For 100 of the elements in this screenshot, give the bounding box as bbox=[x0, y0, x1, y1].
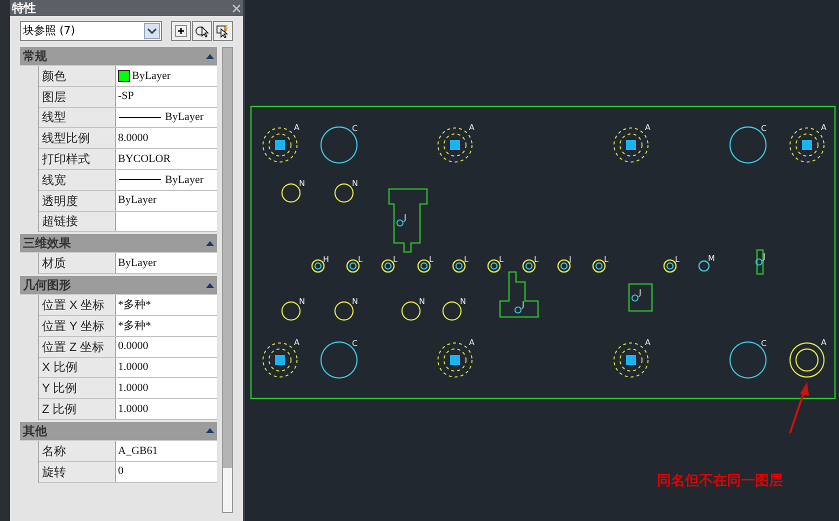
property-value[interactable]: 1.0000 bbox=[116, 399, 217, 419]
value-text: 0.0000 bbox=[118, 339, 148, 354]
collapse-icon[interactable] bbox=[206, 282, 214, 288]
property-value[interactable]: ByLayer bbox=[116, 170, 217, 190]
pin-drawing[interactable] bbox=[311, 259, 325, 273]
annotation-text: 同名但不在同一图层 bbox=[657, 474, 783, 488]
value-text: 1.0000 bbox=[118, 360, 148, 376]
block-label: H bbox=[323, 255, 330, 264]
pin-drawing[interactable] bbox=[417, 259, 431, 273]
circle-drawing[interactable] bbox=[442, 301, 462, 321]
outline-rectangle[interactable] bbox=[250, 106, 836, 400]
block-label: N bbox=[419, 297, 425, 306]
select-objects-button[interactable] bbox=[192, 21, 212, 41]
section-header[interactable]: 其他 bbox=[20, 422, 217, 441]
circle-drawing[interactable] bbox=[281, 301, 301, 321]
circle-drawing[interactable] bbox=[729, 126, 767, 164]
property-value[interactable]: ByLayer bbox=[116, 253, 217, 274]
property-value[interactable]: *多种* bbox=[116, 295, 217, 315]
circle-drawing[interactable] bbox=[401, 301, 421, 321]
circle-drawing[interactable] bbox=[334, 183, 354, 203]
section-header[interactable]: 几何图形 bbox=[20, 276, 217, 296]
block-outline-drawing[interactable] bbox=[628, 283, 653, 312]
value-text: 1.0000 bbox=[118, 381, 148, 396]
property-label: X 比例 bbox=[39, 358, 116, 378]
line-sample bbox=[119, 116, 161, 118]
value-text: BYCOLOR bbox=[118, 152, 171, 167]
value-text: ByLayer bbox=[118, 193, 156, 208]
collapse-icon[interactable] bbox=[206, 428, 214, 434]
property-value[interactable]: 1.0000 bbox=[116, 358, 217, 378]
block-label: J bbox=[639, 288, 642, 297]
property-label: 材质 bbox=[39, 253, 116, 274]
value-text: ByLayer bbox=[165, 110, 204, 126]
property-label: 超链接 bbox=[39, 212, 116, 232]
panel-title: 特性 bbox=[12, 2, 36, 14]
property-value[interactable]: BYCOLOR bbox=[116, 149, 217, 169]
block-label: J bbox=[569, 255, 572, 264]
section-title: 几何图形 bbox=[23, 279, 71, 292]
property-label: 位置 X 坐标 bbox=[39, 295, 116, 315]
object-type-dropdown[interactable]: 块参照 (7) bbox=[20, 21, 162, 41]
circle-drawing[interactable] bbox=[698, 260, 710, 272]
property-value[interactable]: ByLayer bbox=[116, 190, 217, 211]
block-label: J bbox=[522, 300, 524, 309]
property-label: 颜色 bbox=[39, 66, 116, 86]
block-label: N bbox=[352, 179, 358, 188]
block-label: A bbox=[645, 338, 650, 347]
property-value[interactable]: ByLayer bbox=[116, 66, 217, 86]
section-header[interactable]: 三维效果 bbox=[20, 234, 217, 254]
scrollbar[interactable] bbox=[222, 47, 233, 513]
section-title: 三维效果 bbox=[23, 237, 71, 250]
value-text: 0 bbox=[118, 464, 124, 480]
value-text: *多种* bbox=[118, 318, 151, 334]
block-label: N bbox=[460, 297, 466, 306]
pin-drawing[interactable] bbox=[522, 259, 536, 273]
pin-drawing[interactable] bbox=[381, 259, 395, 273]
property-label: Z 比例 bbox=[39, 399, 116, 419]
value-text: *多种* bbox=[118, 298, 151, 313]
property-label: 线型 bbox=[39, 108, 116, 128]
property-label: 名称 bbox=[39, 440, 116, 461]
block-label: N bbox=[299, 297, 305, 306]
circle-drawing[interactable] bbox=[281, 183, 301, 203]
property-value[interactable]: 0 bbox=[116, 462, 217, 482]
pin-drawing[interactable] bbox=[592, 259, 606, 273]
plus-icon bbox=[175, 25, 187, 37]
circle-drawing[interactable] bbox=[320, 341, 358, 379]
property-value[interactable]: -SP bbox=[116, 86, 217, 107]
block-label: C bbox=[761, 339, 767, 348]
block-label: A bbox=[294, 123, 300, 132]
block-label: C bbox=[761, 124, 767, 133]
property-value[interactable]: ByLayer bbox=[116, 108, 217, 128]
collapse-icon[interactable] bbox=[206, 240, 214, 246]
property-value[interactable]: 8.0000 bbox=[116, 128, 217, 148]
pin-drawing[interactable] bbox=[663, 259, 677, 273]
property-value[interactable]: 1.0000 bbox=[116, 378, 217, 398]
block-label: J bbox=[763, 252, 766, 261]
pin-drawing[interactable] bbox=[346, 259, 360, 273]
block-label: A bbox=[821, 338, 826, 347]
circle-drawing[interactable] bbox=[729, 341, 767, 379]
property-value[interactable]: 0.0000 bbox=[116, 336, 217, 357]
block-label: A bbox=[469, 123, 474, 132]
property-label: 打印样式 bbox=[39, 149, 116, 169]
property-value[interactable]: A_GB61 bbox=[116, 440, 217, 461]
close-icon[interactable] bbox=[232, 4, 241, 12]
value-text: ByLayer bbox=[165, 172, 204, 188]
block-label: L bbox=[358, 255, 362, 264]
block-label: L bbox=[604, 255, 608, 264]
pin-drawing[interactable] bbox=[487, 259, 501, 273]
block-outline-drawing[interactable] bbox=[388, 188, 428, 253]
quick-select-button[interactable] bbox=[213, 21, 233, 41]
block-label: N bbox=[352, 297, 358, 306]
circle-drawing[interactable] bbox=[334, 301, 354, 321]
block-outline-drawing[interactable] bbox=[499, 271, 539, 318]
value-text: ByLayer bbox=[118, 256, 156, 272]
block-outline-drawing[interactable] bbox=[755, 249, 764, 275]
section-header[interactable]: 常规 bbox=[20, 47, 217, 66]
circle-drawing[interactable] bbox=[320, 126, 358, 164]
toggle-pickadd-button[interactable] bbox=[171, 21, 191, 41]
pin-drawing[interactable] bbox=[452, 259, 466, 273]
lightning-cursor-icon bbox=[216, 24, 230, 38]
property-value[interactable]: *多种* bbox=[116, 316, 217, 336]
collapse-icon[interactable] bbox=[206, 54, 214, 58]
